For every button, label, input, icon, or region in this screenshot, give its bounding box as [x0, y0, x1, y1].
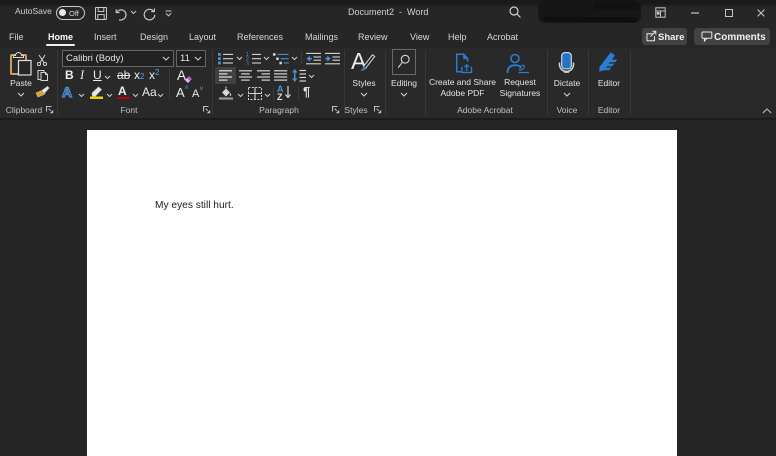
svg-text:3: 3: [246, 61, 249, 65]
